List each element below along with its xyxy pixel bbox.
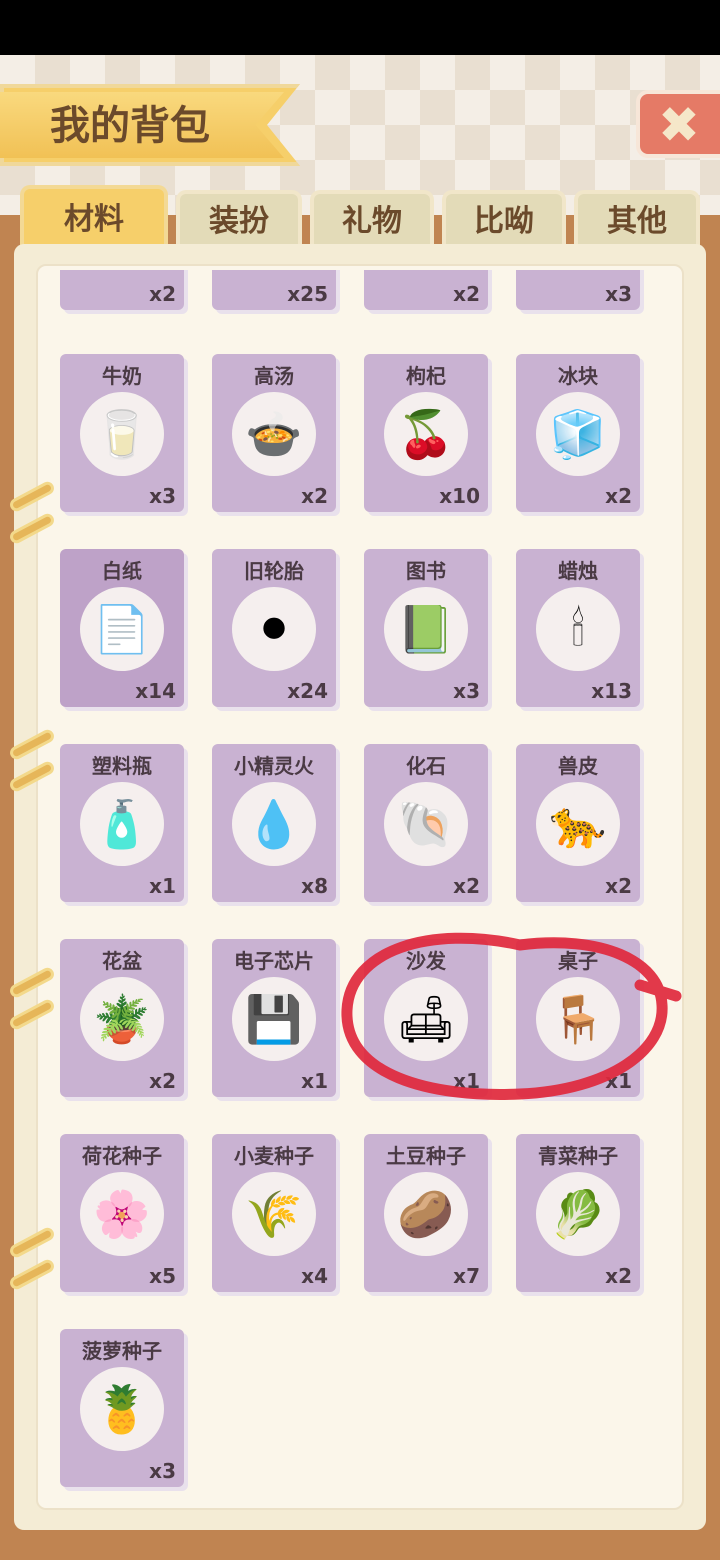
tire-icon: ⚫ — [254, 602, 294, 656]
spirit-flame-icon: 💧 — [245, 797, 303, 851]
item-card-goji[interactable]: 枸杞 🍒 x10 — [364, 354, 488, 512]
plastic-bottle-icon: 🧴 — [93, 797, 151, 851]
item-card-flower-pot[interactable]: 花盆 🪴 x2 — [60, 939, 184, 1097]
item-card-greens-seed[interactable]: 青菜种子 🥬 x2 — [516, 1134, 640, 1292]
pineapple-seed-bag-icon: 🍍 — [93, 1382, 151, 1436]
item-card-partial[interactable]: x3 — [516, 270, 640, 310]
flower-pot-icon: 🪴 — [93, 992, 151, 1046]
item-card-lotus-seed[interactable]: 荷花种子 🌸 x5 — [60, 1134, 184, 1292]
tab-gifts[interactable]: 礼物 — [310, 190, 434, 250]
status-bar — [0, 0, 720, 55]
item-card-table[interactable]: 桌子 🪑 x1 — [516, 939, 640, 1097]
item-card-potato-seed[interactable]: 土豆种子 🥔 x7 — [364, 1134, 488, 1292]
item-card-chip[interactable]: 电子芯片 💾 x1 — [212, 939, 336, 1097]
tab-others[interactable]: 其他 — [574, 190, 700, 250]
chip-icon: 💾 — [245, 992, 303, 1046]
wheat-seed-bag-icon: 🌾 — [245, 1187, 303, 1241]
item-card-fossil[interactable]: 化石 🐚 x2 — [364, 744, 488, 902]
item-card-partial[interactable]: x25 — [212, 270, 336, 310]
fossil-icon: 🐚 — [397, 797, 455, 851]
soup-pot-icon: 🍲 — [245, 407, 303, 461]
tab-outfits[interactable]: 装扮 — [176, 190, 302, 250]
item-card-book[interactable]: 图书 📗 x3 — [364, 549, 488, 707]
item-card-hide[interactable]: 兽皮 🐆 x2 — [516, 744, 640, 902]
potato-seed-bag-icon: 🥔 — [397, 1187, 455, 1241]
close-icon[interactable]: ✖ — [650, 96, 708, 154]
sofa-icon: 🛋 — [396, 992, 456, 1046]
page-title: 我的背包 — [50, 103, 210, 149]
item-card-plastic-bottle[interactable]: 塑料瓶 🧴 x1 — [60, 744, 184, 902]
item-card-pineapple-seed[interactable]: 菠萝种子 🍍 x3 — [60, 1329, 184, 1487]
item-card-partial[interactable]: x2 — [364, 270, 488, 310]
candle-icon: 🕯 — [571, 602, 585, 656]
paper-stack-icon: 📄 — [93, 602, 151, 656]
item-card-partial[interactable]: x2 — [60, 270, 184, 310]
item-card-milk[interactable]: 牛奶 🥛 x3 — [60, 354, 184, 512]
milk-bottle-icon: 🥛 — [93, 407, 151, 461]
inventory-grid[interactable]: x2 x25 x2 x3 牛奶 🥛 x3 高汤 🍲 x2 枸杞 🍒 x10 冰块… — [40, 270, 680, 1506]
item-card-tire[interactable]: 旧轮胎 ⚫ x24 — [212, 549, 336, 707]
ice-cube-icon: 🧊 — [549, 407, 607, 461]
item-card-spirit-flame[interactable]: 小精灵火 💧 x8 — [212, 744, 336, 902]
goji-berry-icon: 🍒 — [397, 407, 455, 461]
table-icon: 🪑 — [549, 992, 607, 1046]
item-card-soup[interactable]: 高汤 🍲 x2 — [212, 354, 336, 512]
animal-hide-icon: 🐆 — [549, 797, 607, 851]
item-card-wheat-seed[interactable]: 小麦种子 🌾 x4 — [212, 1134, 336, 1292]
tab-materials[interactable]: 材料 — [20, 185, 168, 251]
greens-seed-bag-icon: 🥬 — [549, 1187, 607, 1241]
lotus-seed-bag-icon: 🌸 — [93, 1187, 151, 1241]
item-card-sofa[interactable]: 沙发 🛋 x1 — [364, 939, 488, 1097]
book-icon: 📗 — [397, 602, 455, 656]
item-card-candle[interactable]: 蜡烛 🕯 x13 — [516, 549, 640, 707]
item-card-paper[interactable]: 白纸 📄 x14 — [60, 549, 184, 707]
item-card-ice[interactable]: 冰块 🧊 x2 — [516, 354, 640, 512]
tab-biyou[interactable]: 比呦 — [442, 190, 566, 250]
